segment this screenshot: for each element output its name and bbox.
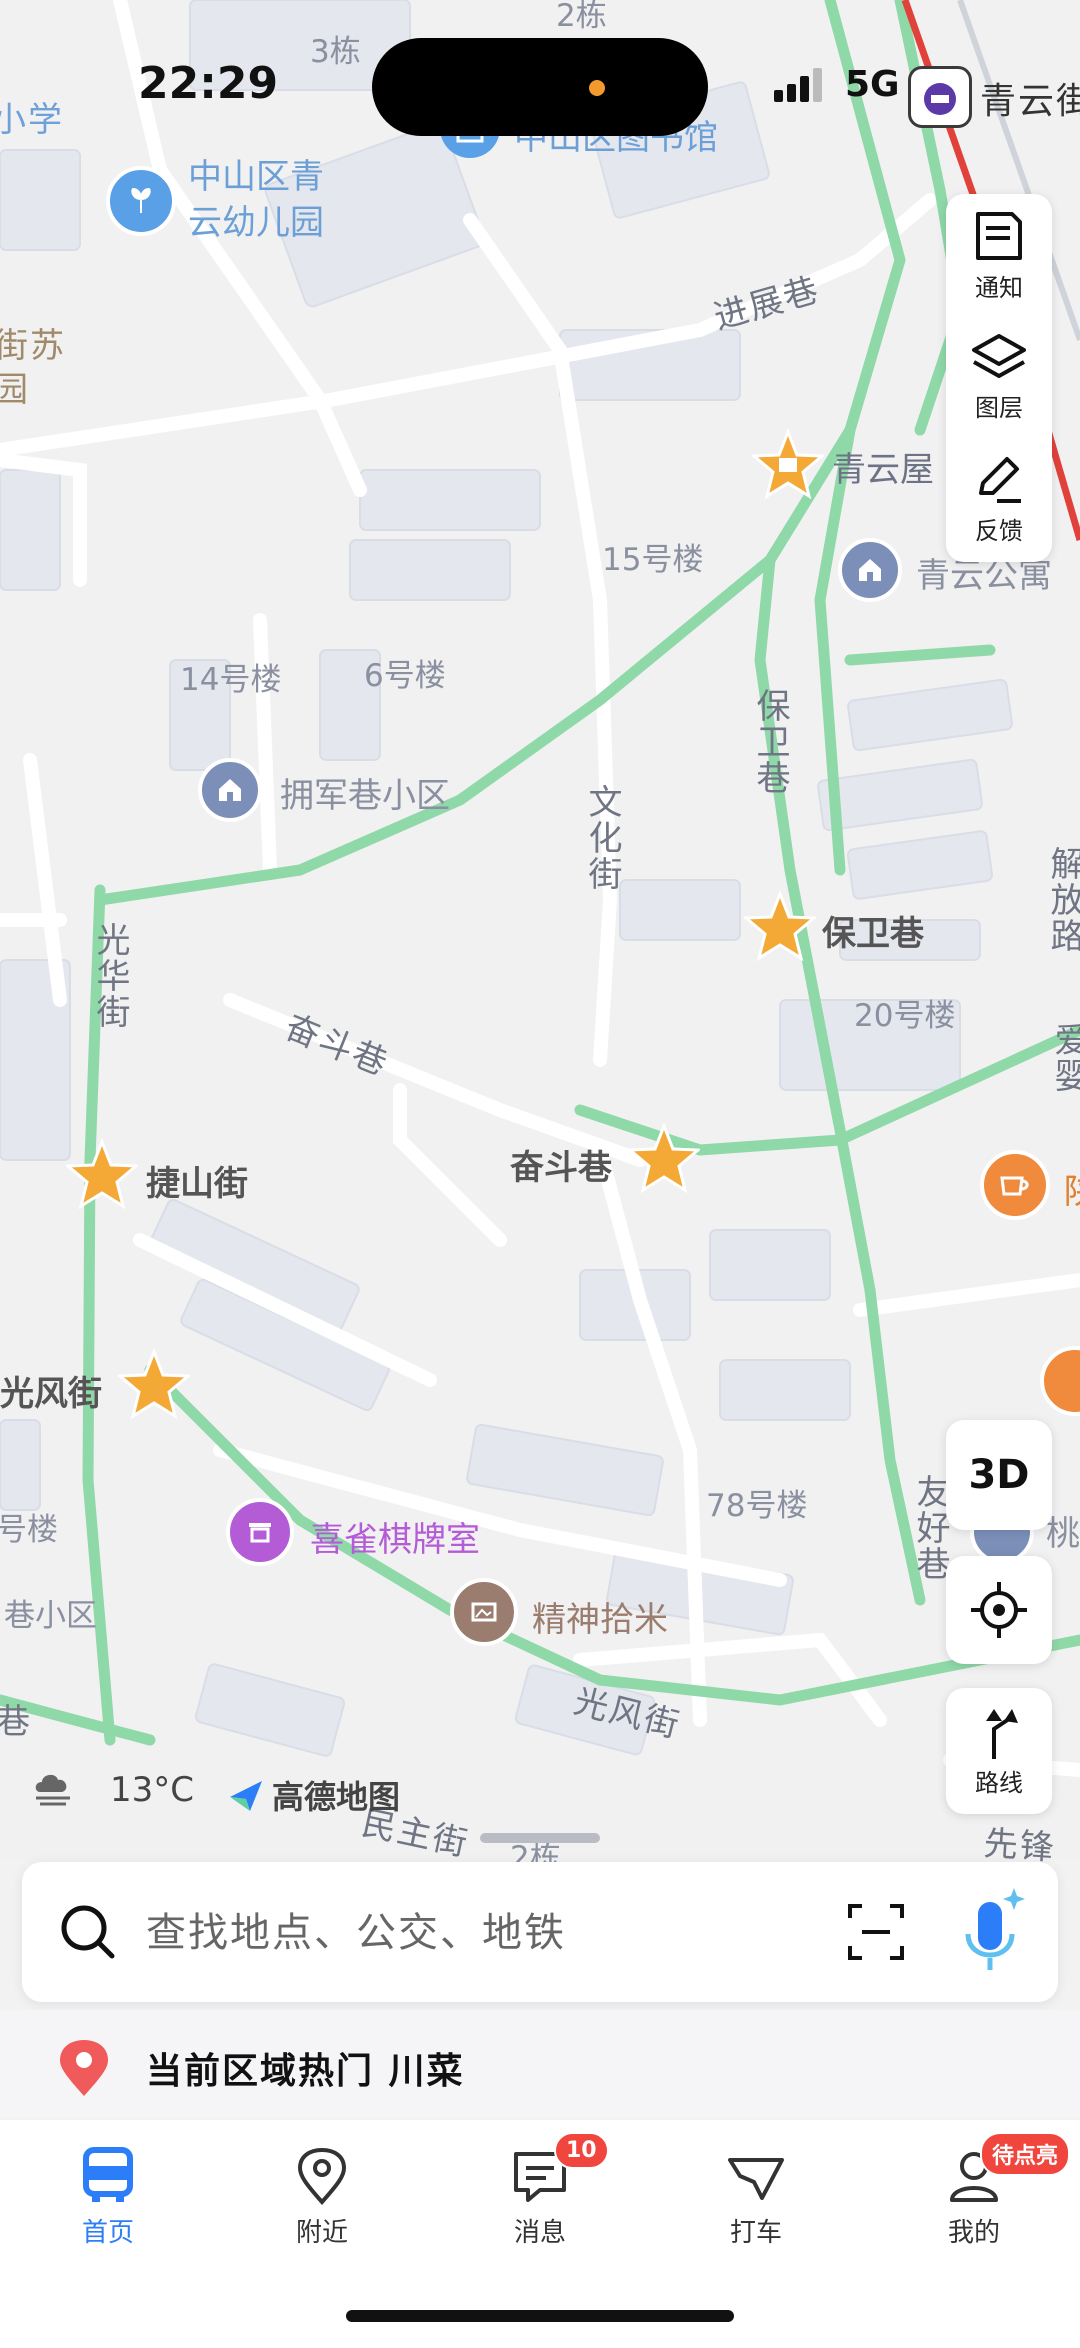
building-label-78: 78号楼 [706,1488,808,1524]
hot-recommendation[interactable]: 当前区域热门 川菜 [0,2010,1080,2118]
road-label-wenhua-street: 文化街 [582,784,622,892]
tab-messages-label: 消息 [513,2218,566,2248]
route-label: 路线 [975,1768,1023,1797]
building-label-15: 15号楼 [602,542,704,578]
road-label-guanghua-street: 光华街 [90,922,130,1030]
messages-badge: 10 [554,2132,609,2169]
jingshen-shimi-icon[interactable] [450,1578,518,1646]
building-label-20: 20号楼 [854,998,956,1034]
notify-button[interactable]: 通知 [946,196,1052,314]
chess-room-icon[interactable] [226,1498,294,1566]
tab-taxi-label: 打车 [729,2218,782,2248]
tab-taxi[interactable]: 打车 [686,2146,826,2266]
yongjun-community-icon[interactable] [198,758,262,822]
notify-label: 通知 [975,273,1023,302]
weather-temp: 13°C [110,1770,195,1810]
building-label-14: 14号楼 [180,662,282,698]
dynamic-island [372,38,708,136]
mine-badge: 待点亮 [980,2132,1071,2176]
route-button[interactable]: 路线 [946,1688,1052,1814]
status-time: 22:29 [138,58,279,109]
building-label-6: 6号楼 [364,658,446,694]
search-icon [61,1905,115,1959]
pin-icon [297,2147,347,2206]
guangfeng-street-star-icon[interactable] [118,1348,190,1420]
locate-button[interactable] [946,1556,1052,1664]
edge-label-school: 小学 [0,100,64,140]
poi-label-kindergarten[interactable]: 中山区青 云幼儿园 [188,154,324,246]
poi-label-jingshen-shimi[interactable]: 精神拾米 [532,1592,668,1641]
poi-label-yongjun-community[interactable]: 拥军巷小区 [280,768,450,817]
bus-icon [83,2147,133,2202]
edit-pen-icon [979,456,1021,503]
tab-mine-label: 我的 [947,2218,1000,2248]
edge-label-yuan: 园 [0,370,30,410]
search-input[interactable] [144,1902,828,1964]
amap-brand-name: 高德地图 [272,1778,401,1816]
map-canvas[interactable]: 3栋 2栋 小学 青云街 街苏 园 号楼 巷小区 巷 陕 桃 先锋 进展巷 保卫… [0,0,1080,1876]
network-type: 5G [845,64,900,105]
poi-label-guangfeng-street[interactable]: 光风街 [0,1366,102,1415]
kindergarten-icon[interactable] [106,166,176,236]
map-tool-panel: 通知 图层 反馈 [946,194,1052,562]
tab-home-label: 首页 [81,2218,134,2248]
road-label-baowei-lane: 保卫巷 [750,688,790,796]
edge-label-lane-left: 巷 [0,1702,32,1742]
road-label-aiying: 爱婴 [1048,1022,1080,1094]
cafe-icon[interactable] [980,1150,1050,1220]
metro-badge-icon[interactable] [908,66,972,128]
poi-label-fendou-lane[interactable]: 奋斗巷 [510,1140,612,1189]
edge-label-building-left: 号楼 [0,1512,58,1548]
edge-label-qingyun-street: 青云街 [980,81,1080,122]
location-pin-icon [60,2040,108,2096]
poi-label-baowei-lane[interactable]: 保卫巷 [822,906,924,955]
edge-label-shaan: 陕 [1064,1164,1080,1213]
fendou-lane-star-icon[interactable] [628,1122,700,1194]
sheet-drag-handle[interactable] [480,1833,600,1843]
edge-label-2-building-top: 2栋 [556,0,607,34]
amap-arrow-icon [230,1781,262,1811]
jieshan-street-star-icon[interactable] [66,1138,138,1210]
route-arrow-icon [986,1708,1018,1759]
scan-icon[interactable] [846,1902,906,1962]
hot-text: 当前区域热门 川菜 [146,2051,465,2092]
baowei-lane-star-icon[interactable] [744,890,816,962]
tab-nearby-label: 附近 [295,2218,348,2248]
feedback-label: 反馈 [975,516,1023,545]
notice-icon [976,211,1022,260]
search-bar[interactable] [22,1862,1058,2002]
home-indicator [346,2310,734,2322]
three-d-button[interactable]: 3D [946,1420,1052,1530]
qingyun-house-icon[interactable] [752,428,824,500]
taxi-icon [728,2158,784,2200]
weather-widget[interactable]: 13°C [30,1770,194,1810]
layers-label: 图层 [975,393,1023,422]
layers-button[interactable]: 图层 [946,318,1052,436]
amap-logo: 高德地图 [226,1772,400,1818]
qingyun-apartment-icon[interactable] [838,538,902,602]
layers-icon [972,333,1026,378]
poi-label-jieshan-street[interactable]: 捷山街 [146,1156,248,1205]
poi-label-qingyun-house[interactable]: 青云屋 [832,442,934,491]
tab-nearby[interactable]: 附近 [252,2146,392,2266]
feedback-button[interactable]: 反馈 [946,440,1052,558]
locate-icon [971,1582,1027,1638]
edge-label-community-left: 巷小区 [4,1598,97,1634]
voice-assistant-icon[interactable] [952,1884,1032,1980]
poi-label-chess-room[interactable]: 喜雀棋牌室 [310,1512,480,1561]
edge-label-jiesu: 街苏 [0,326,66,366]
signal-icon [774,68,822,102]
tab-home[interactable]: 首页 [38,2146,178,2266]
privacy-dot-icon [589,80,605,96]
cloud-fog-icon [35,1774,70,1806]
edge-label-3-building: 3栋 [310,34,361,70]
road-label-jiefang-road: 解放路 [1044,846,1080,954]
